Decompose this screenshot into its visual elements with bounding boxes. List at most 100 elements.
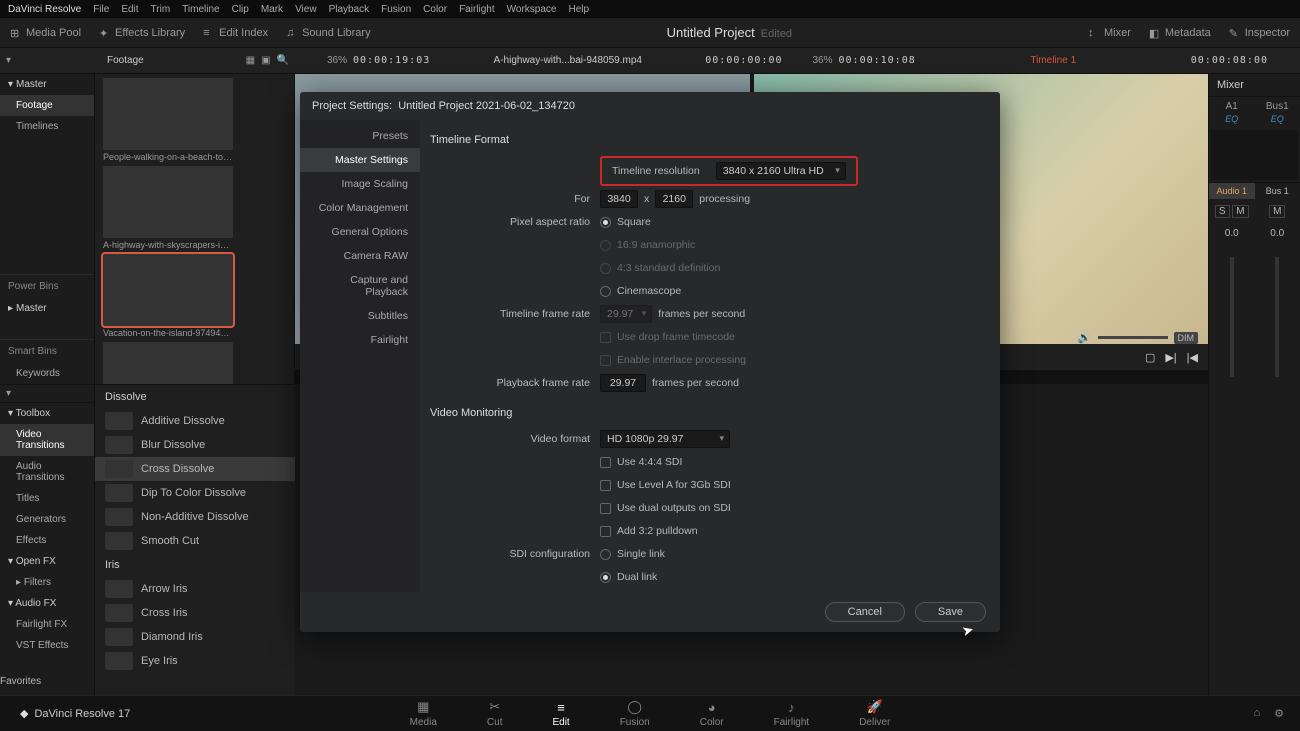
edit-page-tab[interactable]: ≡Edit	[552, 700, 569, 728]
presets-tab[interactable]: Presets	[300, 124, 420, 148]
bus1-tab[interactable]: Bus 1	[1255, 183, 1300, 199]
par-cinema-radio[interactable]	[600, 286, 611, 297]
vst-item[interactable]: VST Effects	[0, 635, 94, 656]
audio1-tab[interactable]: Audio 1	[1209, 183, 1255, 199]
solo-btn[interactable]: S	[1215, 205, 1230, 218]
thumb-view-icon[interactable]: ▣	[261, 55, 270, 66]
tl-zoom[interactable]: 36%	[813, 55, 833, 66]
camera-raw-tab[interactable]: Camera RAW	[300, 244, 420, 268]
color-page-tab[interactable]: ◕Color	[700, 700, 724, 728]
general-options-tab[interactable]: General Options	[300, 220, 420, 244]
bin-view-icon[interactable]: ▾	[6, 55, 18, 67]
volume-slider[interactable]	[1098, 336, 1168, 339]
mute-btn-2[interactable]: M	[1269, 205, 1285, 218]
dim-badge[interactable]: DIM	[1174, 332, 1199, 344]
menu-mark[interactable]: Mark	[261, 4, 283, 15]
mixer-btn[interactable]: ↕Mixer	[1088, 27, 1131, 39]
video-format-dropdown[interactable]: HD 1080p 29.97	[600, 430, 730, 448]
menu-edit[interactable]: Edit	[121, 4, 138, 15]
powerbins-master[interactable]: ▸ Master	[0, 298, 94, 319]
menu-davinci-resolve[interactable]: DaVinci Resolve	[8, 4, 81, 15]
match-frame-icon[interactable]: ▢	[1145, 351, 1155, 364]
menu-timeline[interactable]: Timeline	[182, 4, 219, 15]
toolbox-header[interactable]: ▾ Toolbox	[0, 403, 94, 424]
main-menu-bar[interactable]: DaVinci Resolve File Edit Trim Timeline Clip M…	[0, 0, 1300, 18]
timeline-resolution-dropdown[interactable]: 3840 x 2160 Ultra HD	[716, 162, 846, 180]
home-icon[interactable]: ⌂	[1253, 707, 1260, 720]
timelines-bin[interactable]: Timelines	[0, 116, 94, 137]
fx-item[interactable]: Arrow Iris	[95, 577, 295, 601]
fairlight-page-tab[interactable]: ♪Fairlight	[774, 700, 810, 728]
inspector-btn[interactable]: ✎Inspector	[1229, 27, 1290, 39]
fx-item[interactable]: Additive Dissolve	[95, 409, 295, 433]
menu-help[interactable]: Help	[568, 4, 589, 15]
fx-item[interactable]: Non-Additive Dissolve	[95, 505, 295, 529]
capture-playback-tab[interactable]: Capture and Playback	[300, 268, 420, 304]
fx-item[interactable]: Eye Iris	[95, 649, 295, 673]
media-pool-btn[interactable]: ⊞Media Pool	[10, 27, 81, 39]
master-settings-tab[interactable]: Master Settings	[300, 148, 420, 172]
effects-library-btn[interactable]: ✦Effects Library	[99, 27, 185, 39]
menu-playback[interactable]: Playback	[329, 4, 370, 15]
fx-item[interactable]: Diamond Iris	[95, 625, 295, 649]
fx-item[interactable]: Dip To Color Dissolve	[95, 481, 295, 505]
generators-item[interactable]: Generators	[0, 509, 94, 530]
src-zoom[interactable]: 36%	[327, 55, 347, 66]
res-width-input[interactable]: 3840	[600, 190, 638, 208]
list-view-icon[interactable]: ▦	[246, 55, 255, 66]
titles-item[interactable]: Titles	[0, 488, 94, 509]
fx-item[interactable]: Cross Dissolve	[95, 457, 295, 481]
menu-clip[interactable]: Clip	[232, 4, 249, 15]
par-square-radio[interactable]	[600, 217, 611, 228]
save-button[interactable]: Save	[915, 602, 986, 622]
cut-page-tab[interactable]: ✂Cut	[487, 699, 503, 728]
volume-icon[interactable]: 🔊	[1078, 331, 1092, 344]
fairlight-tab[interactable]: Fairlight	[300, 328, 420, 352]
menu-workspace[interactable]: Workspace	[507, 4, 557, 15]
dual-link-radio[interactable]	[600, 572, 611, 583]
edit-index-btn[interactable]: ≡Edit Index	[203, 27, 268, 39]
menu-file[interactable]: File	[93, 4, 109, 15]
metadata-btn[interactable]: ◧Metadata	[1149, 27, 1211, 39]
search-icon[interactable]: 🔍	[277, 55, 289, 66]
menu-trim[interactable]: Trim	[151, 4, 171, 15]
openfx-header[interactable]: ▾ Open FX	[0, 551, 94, 572]
audio-transitions[interactable]: Audio Transitions	[0, 456, 94, 488]
go-end-icon[interactable]: ▶|	[1165, 351, 1176, 364]
eq-label-2[interactable]: EQ	[1255, 114, 1300, 124]
res-height-input[interactable]: 2160	[655, 190, 693, 208]
fx-item[interactable]: Smooth Cut	[95, 529, 295, 553]
mute-btn[interactable]: M	[1232, 205, 1248, 218]
clip-thumbnail[interactable]: Vacation-on-the-island-974946.mp4	[103, 254, 286, 338]
pb-framerate-input[interactable]: 29.97	[600, 374, 646, 392]
fader-a1[interactable]	[1230, 257, 1234, 377]
sound-library-btn[interactable]: ♫Sound Library	[286, 27, 371, 39]
go-start-icon[interactable]: |◀	[1187, 351, 1198, 364]
levela-checkbox[interactable]	[600, 480, 611, 491]
dualout-checkbox[interactable]	[600, 503, 611, 514]
audiofx-header[interactable]: ▾ Audio FX	[0, 593, 94, 614]
cancel-button[interactable]: Cancel	[825, 602, 905, 622]
effects-item[interactable]: Effects	[0, 530, 94, 551]
subtitles-tab[interactable]: Subtitles	[300, 304, 420, 328]
fx-view-icon[interactable]: ▾	[6, 388, 18, 400]
footage-bin[interactable]: Footage	[0, 95, 94, 116]
master-bin[interactable]: ▾ Master	[0, 74, 94, 95]
deliver-page-tab[interactable]: 🚀Deliver	[859, 699, 890, 728]
single-link-radio[interactable]	[600, 549, 611, 560]
image-scaling-tab[interactable]: Image Scaling	[300, 172, 420, 196]
video-transitions[interactable]: Video Transitions	[0, 424, 94, 456]
color-management-tab[interactable]: Color Management	[300, 196, 420, 220]
fairlightfx-item[interactable]: Fairlight FX	[0, 614, 94, 635]
menu-fairlight[interactable]: Fairlight	[459, 4, 495, 15]
fx-item[interactable]: Cross Iris	[95, 601, 295, 625]
use444-checkbox[interactable]	[600, 457, 611, 468]
keywords-bin[interactable]: Keywords	[0, 363, 94, 384]
timeline-name[interactable]: Timeline 1	[922, 55, 1185, 66]
fader-bus1[interactable]	[1275, 257, 1279, 377]
clip-thumbnail[interactable]: A-highway-with-skyscrapers-in-du...	[103, 166, 286, 250]
clip-thumbnail[interactable]: People-walking-on-a-beach-top-vi...	[103, 78, 286, 162]
pulldown-checkbox[interactable]	[600, 526, 611, 537]
menu-fusion[interactable]: Fusion	[381, 4, 411, 15]
filters-item[interactable]: ▸ Filters	[0, 572, 94, 593]
